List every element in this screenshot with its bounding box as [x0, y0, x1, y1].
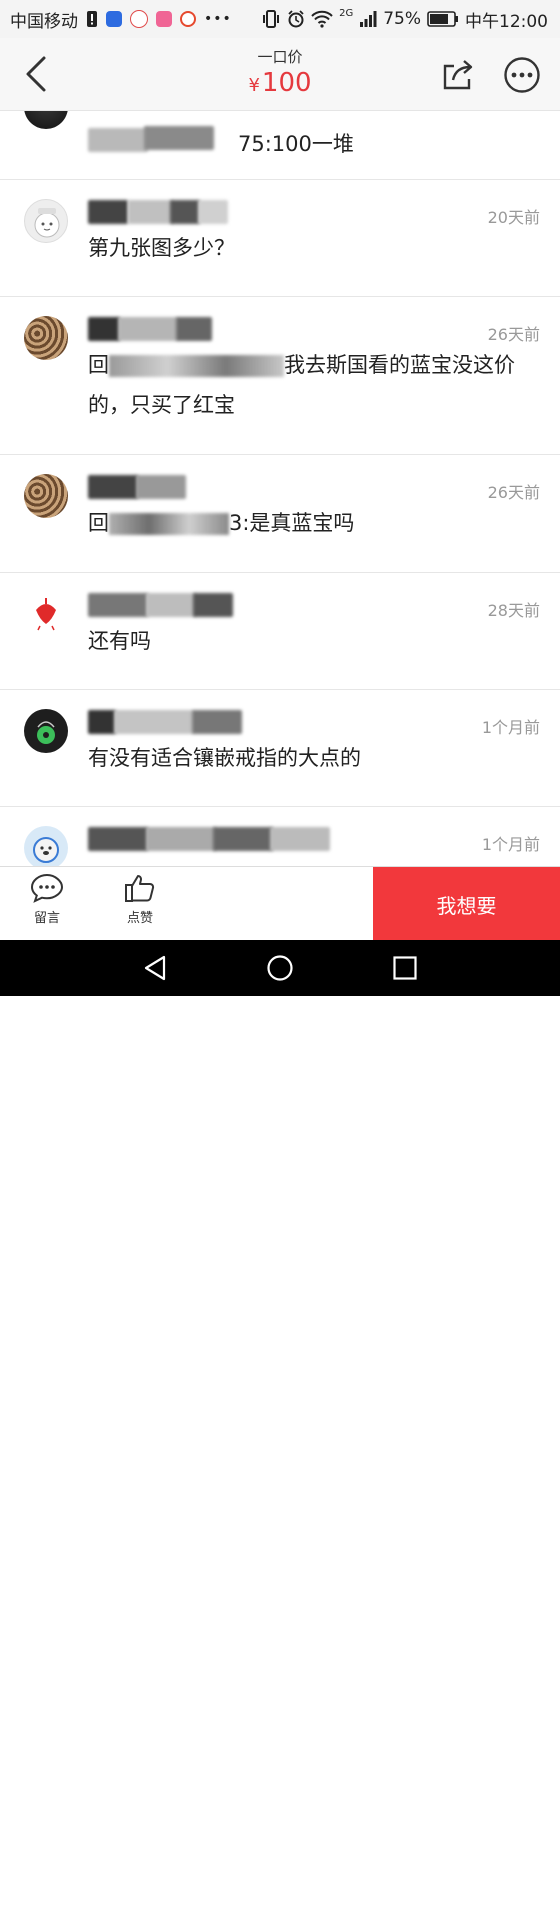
comment-text: 回我去斯国看的蓝宝没这价的，只买了红宝 [88, 345, 528, 425]
dark-avatar [24, 111, 68, 129]
alarm-icon [288, 10, 304, 28]
redacted-username [88, 710, 258, 736]
thumbs-up-icon [125, 875, 155, 902]
leopard-avatar [24, 316, 68, 360]
currency-symbol: ¥ [248, 75, 260, 96]
comment-time: 26天前 [487, 325, 540, 344]
location-app-icon [130, 10, 148, 28]
comment-time: 26天前 [487, 483, 540, 502]
comment-time: 1个月前 [481, 718, 540, 737]
comment-text: 第九张图多少？ [88, 236, 235, 260]
status-bar: 中国移动 ••• 2G 75% 中午12:00 [0, 0, 560, 38]
carrier-name: 中国移动 [10, 11, 78, 32]
battery-percent: 75% [383, 9, 421, 29]
comment-time: 1个月前 [481, 835, 540, 854]
baidu-icon [106, 11, 122, 27]
message-label: 留言 [33, 911, 60, 926]
redacted-mention [109, 355, 284, 377]
system-nav-bar: G 珠宝大家坛 lAbbs.com [0, 940, 560, 1930]
watermark-url: lAbbs.com [470, 1911, 533, 1925]
price-value: 100 [261, 68, 312, 98]
message-button[interactable]: 留言 [17, 873, 77, 926]
bilibili-icon [156, 11, 172, 27]
comment-row: 1个月前 [0, 807, 560, 866]
reply-body: 3:是真蓝宝吗 [229, 511, 355, 535]
redacted-username [88, 317, 258, 343]
comment-text: 回 3:是真蓝宝吗 [88, 503, 540, 543]
site-watermark: G 珠宝大家坛 lAbbs.com [434, 1888, 554, 1930]
like-label: 点赞 [126, 911, 153, 926]
like-button[interactable]: 点赞 [110, 873, 170, 926]
nav-home-icon[interactable] [265, 953, 295, 983]
comment-text: 75:100一堆 [238, 132, 354, 156]
jade-avatar [24, 709, 68, 753]
comment-row: 75:100一堆 [0, 111, 560, 180]
redacted-username [88, 827, 338, 853]
comment-time: 28天前 [487, 601, 540, 620]
cartoon-avatar [24, 199, 68, 243]
seal-avatar [24, 826, 68, 866]
battery-icon [427, 11, 458, 27]
redacted-username [88, 593, 258, 619]
comment-text: 还有吗 [88, 629, 151, 653]
comment-time: 20天前 [487, 208, 540, 227]
leopard-avatar [24, 474, 68, 518]
more-dots-icon: ••• [204, 11, 232, 27]
lantern-avatar [24, 592, 68, 636]
weibo-icon [180, 11, 196, 27]
comment-row: 1个月前 有没有适合镶嵌戒指的大点的 [0, 690, 560, 807]
more-options-icon[interactable] [503, 56, 541, 94]
comment-bubble-icon [30, 873, 64, 903]
nav-back-icon[interactable] [140, 953, 170, 983]
bottom-action-bar: 留言 点赞 我想要 [0, 866, 560, 941]
reply-prefix: 回 [88, 511, 109, 535]
wifi-icon [311, 10, 333, 28]
nav-recents-icon[interactable] [390, 953, 420, 983]
comment-row: 26天前 回我去斯国看的蓝宝没这价的，只买了红宝 [0, 297, 560, 455]
share-icon[interactable] [440, 56, 476, 92]
price-type-label: 一口价 [257, 48, 303, 66]
redacted-username [88, 475, 258, 501]
comment-list[interactable]: 75:100一堆 20天前 第九张图多少？ 26天前 回我去斯国看的蓝宝没这价的… [0, 111, 560, 866]
comment-row: 20天前 第九张图多少？ [0, 180, 560, 297]
watermark-letter: G [440, 1891, 465, 1926]
redacted-name [88, 124, 218, 152]
comment-text: 有没有适合镶嵌戒指的大点的 [88, 746, 361, 770]
network-type: 2G [339, 7, 354, 19]
page-header: 一口价 ¥100 [0, 38, 560, 111]
vibrate-icon [263, 10, 280, 28]
watermark-title: 珠宝大家坛 [470, 1897, 536, 1912]
reply-prefix: 回 [88, 353, 109, 377]
sim-alert-icon [87, 11, 97, 27]
redacted-mention [109, 513, 229, 535]
clock: 中午12:00 [465, 11, 548, 32]
want-button[interactable]: 我想要 [373, 867, 560, 941]
price: ¥100 [0, 68, 560, 98]
comment-row: 26天前 回 3:是真蓝宝吗 [0, 455, 560, 573]
signal-icon [360, 11, 377, 27]
redacted-username [88, 200, 258, 226]
comment-row: 28天前 还有吗 [0, 573, 560, 690]
